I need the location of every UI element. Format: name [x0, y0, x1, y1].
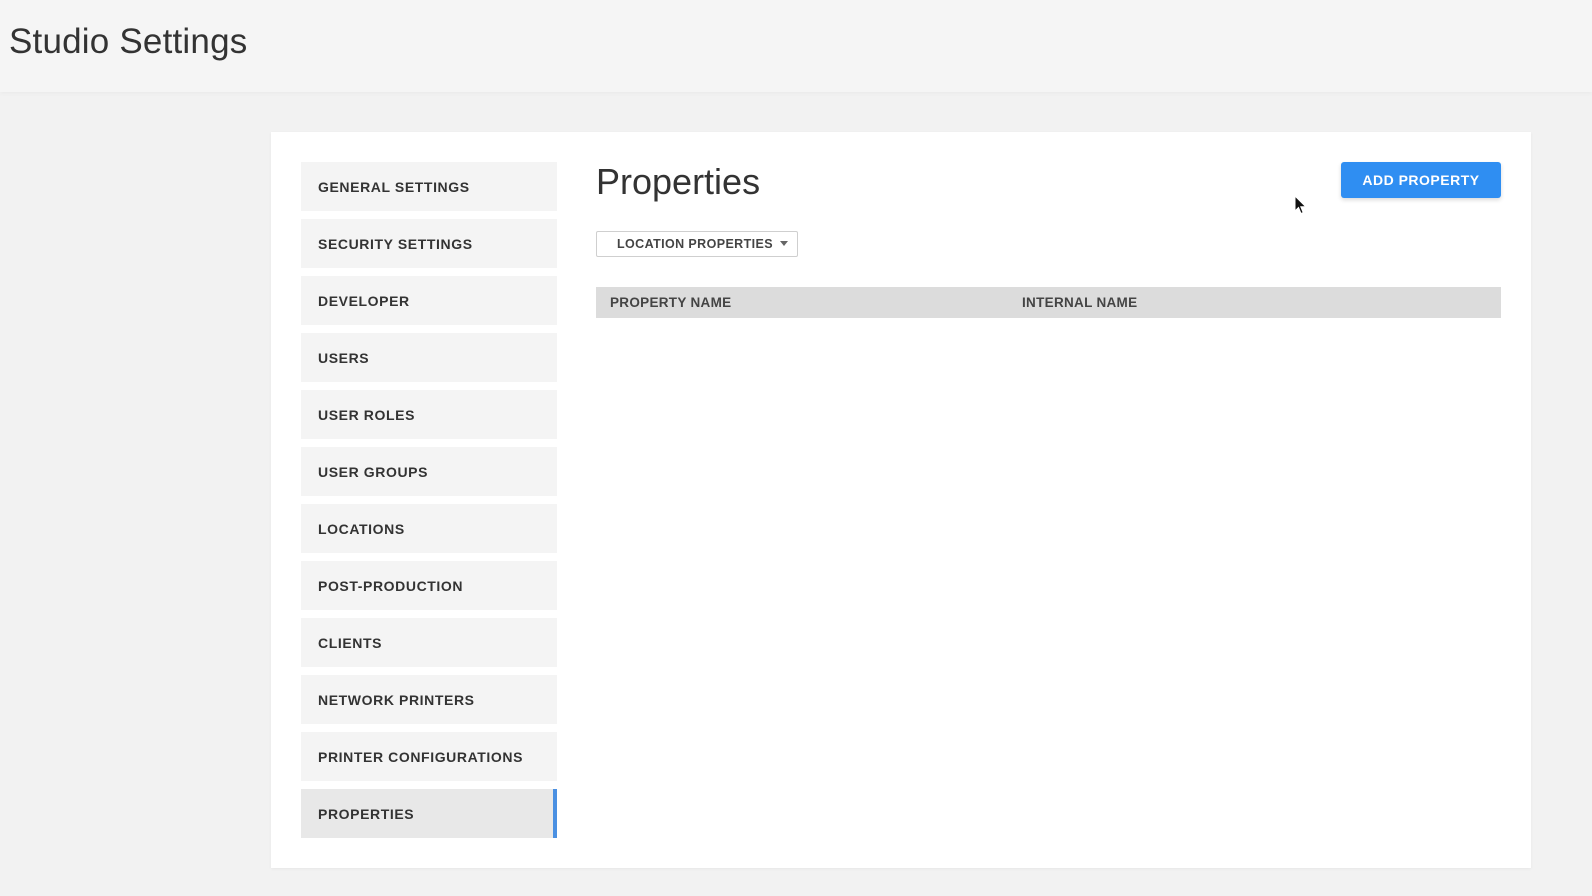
property-type-dropdown[interactable]: LOCATION PROPERTIES [596, 231, 798, 257]
sidebar-item-post-production[interactable]: POST-PRODUCTION [301, 561, 557, 610]
mouse-pointer-icon [1294, 195, 1308, 215]
sidebar-item-security-settings[interactable]: SECURITY SETTINGS [301, 219, 557, 268]
sidebar-item-developer[interactable]: DEVELOPER [301, 276, 557, 325]
sidebar-item-clients[interactable]: CLIENTS [301, 618, 557, 667]
settings-card: GENERAL SETTINGS SECURITY SETTINGS DEVEL… [271, 132, 1531, 868]
dropdown-selected-value: LOCATION PROPERTIES [617, 237, 773, 251]
column-header-internal-name[interactable]: INTERNAL NAME [1022, 295, 1137, 310]
chevron-down-icon [780, 241, 788, 246]
page-title: Properties [596, 161, 761, 202]
sidebar-item-user-roles[interactable]: USER ROLES [301, 390, 557, 439]
column-header-property-name[interactable]: PROPERTY NAME [610, 295, 731, 310]
sidebar-item-printer-configurations[interactable]: PRINTER CONFIGURATIONS [301, 732, 557, 781]
page-bottom-area [0, 880, 1592, 896]
sidebar-item-general-settings[interactable]: GENERAL SETTINGS [301, 162, 557, 211]
sidebar-item-user-groups[interactable]: USER GROUPS [301, 447, 557, 496]
sidebar-item-users[interactable]: USERS [301, 333, 557, 382]
properties-table-header: PROPERTY NAME INTERNAL NAME [596, 287, 1501, 318]
top-bar: Studio Settings [0, 0, 1592, 92]
sidebar-item-properties[interactable]: PROPERTIES [301, 789, 557, 838]
add-property-button[interactable]: ADD PROPERTY [1341, 162, 1501, 198]
sidebar-item-locations[interactable]: LOCATIONS [301, 504, 557, 553]
app-title: Studio Settings [9, 22, 248, 61]
settings-sidebar: GENERAL SETTINGS SECURITY SETTINGS DEVEL… [301, 162, 557, 846]
sidebar-item-network-printers[interactable]: NETWORK PRINTERS [301, 675, 557, 724]
